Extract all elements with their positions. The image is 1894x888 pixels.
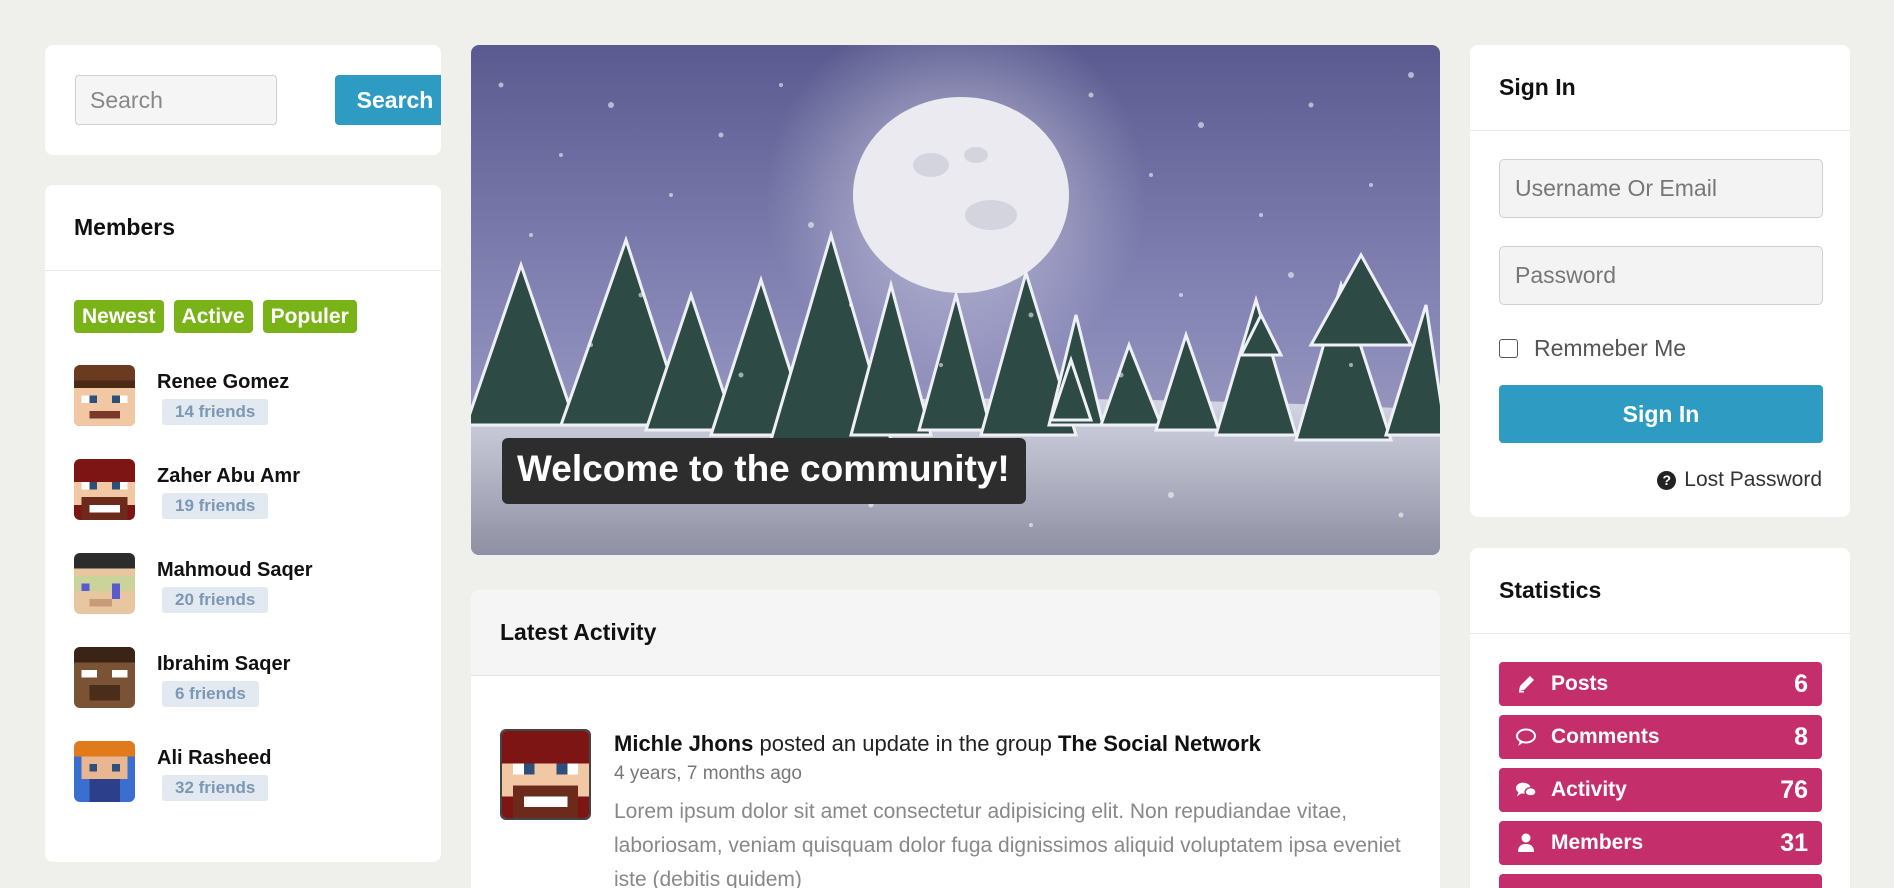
- stat-label: Members: [1551, 831, 1644, 854]
- stat-value: 8: [1794, 722, 1808, 751]
- activity-body: Michle Jhons posted an update in the gro…: [614, 729, 1404, 888]
- member-name[interactable]: Ali Rasheed: [157, 747, 271, 770]
- activity-time[interactable]: 4 years, 7 months ago: [614, 763, 1404, 785]
- member-avatar[interactable]: [74, 553, 135, 614]
- activity-card: Latest Activity Michle Jhons posted an u…: [471, 590, 1440, 888]
- stat-label: Posts: [1551, 672, 1609, 695]
- remember-me[interactable]: Remmeber Me: [1499, 335, 1686, 362]
- member-name[interactable]: Zaher Abu Amr: [157, 465, 300, 488]
- stat-value: 76: [1780, 775, 1808, 804]
- signin-card: Sign In Remmeber Me Sign In ? Lost Passw…: [1470, 45, 1850, 517]
- search-button[interactable]: Search: [335, 75, 441, 125]
- stat-label: Comments: [1551, 725, 1660, 748]
- member-item: Mahmoud Saqer 20 friends: [74, 553, 414, 647]
- friends-badge: 19 friends: [162, 493, 269, 519]
- activity-user-link[interactable]: Michle Jhons: [614, 731, 753, 756]
- signin-button[interactable]: Sign In: [1499, 385, 1823, 443]
- stat-posts[interactable]: Posts 6: [1499, 662, 1822, 706]
- stat-value: 31: [1780, 828, 1808, 857]
- tab-active[interactable]: Active: [173, 300, 253, 333]
- statistics-card: Statistics Posts 6 Comments 8 Activity 7…: [1470, 548, 1850, 888]
- remember-checkbox[interactable]: [1499, 339, 1518, 358]
- password-field[interactable]: [1499, 246, 1823, 305]
- activity-line: Michle Jhons posted an update in the gro…: [614, 729, 1404, 759]
- activity-action: posted an update in the group: [759, 731, 1052, 756]
- pencil-icon: [1515, 673, 1537, 695]
- lost-password-label: Lost Password: [1684, 468, 1822, 491]
- activity-group-link[interactable]: The Social Network: [1058, 731, 1261, 756]
- comment-icon: [1515, 726, 1537, 748]
- friends-badge: 14 friends: [162, 399, 269, 425]
- signin-title: Sign In: [1470, 45, 1850, 131]
- member-list: Renee Gomez 14 friends Zaher Abu Amr 19 …: [74, 365, 414, 835]
- activity-text: Lorem ipsum dolor sit amet consectetur a…: [614, 800, 1401, 888]
- stat-comments[interactable]: Comments 8: [1499, 715, 1822, 759]
- member-item: Ali Rasheed 32 friends: [74, 741, 414, 835]
- stat-members[interactable]: Members 31: [1499, 821, 1822, 865]
- friends-badge: 6 friends: [162, 681, 259, 707]
- question-icon: ?: [1657, 470, 1677, 490]
- username-field[interactable]: [1499, 159, 1823, 218]
- member-avatar[interactable]: [74, 741, 135, 802]
- friends-badge: 32 friends: [162, 775, 269, 801]
- members-tabs: Newest Active Populer: [74, 300, 357, 333]
- activity-avatar[interactable]: [500, 729, 591, 820]
- member-name[interactable]: Mahmoud Saqer: [157, 559, 313, 582]
- statistics-title: Statistics: [1470, 548, 1850, 634]
- stat-activity[interactable]: Activity 76: [1499, 768, 1822, 812]
- stat-label: Activity: [1551, 778, 1627, 801]
- stat-more[interactable]: [1499, 874, 1822, 888]
- tab-newest[interactable]: Newest: [74, 300, 164, 333]
- search-input[interactable]: [75, 75, 277, 125]
- member-avatar[interactable]: [74, 647, 135, 708]
- stat-value: 6: [1794, 669, 1808, 698]
- members-card: Members Newest Active Populer Renee Gome…: [45, 185, 441, 862]
- remember-label: Remmeber Me: [1534, 335, 1687, 361]
- hero-caption: Welcome to the community!: [502, 438, 1026, 504]
- friends-badge: 20 friends: [162, 587, 269, 613]
- member-item: Ibrahim Saqer 6 friends: [74, 647, 414, 741]
- user-icon: [1515, 832, 1537, 854]
- activity-title: Latest Activity: [471, 590, 1440, 676]
- hero-banner: Welcome to the community!: [471, 45, 1440, 555]
- lost-password-link[interactable]: ? Lost Password: [1657, 468, 1822, 492]
- member-avatar[interactable]: [74, 459, 135, 520]
- member-item: Zaher Abu Amr 19 friends: [74, 459, 414, 553]
- member-name[interactable]: Ibrahim Saqer: [157, 653, 290, 676]
- tab-populer[interactable]: Populer: [262, 300, 357, 333]
- members-title: Members: [45, 185, 441, 271]
- signin-button-label: Sign In: [1622, 400, 1700, 427]
- member-name[interactable]: Renee Gomez: [157, 371, 289, 394]
- search-button-label: Search: [356, 86, 434, 113]
- comments-icon: [1515, 779, 1537, 801]
- search-card: Search: [45, 45, 441, 155]
- member-item: Renee Gomez 14 friends: [74, 365, 414, 459]
- member-avatar[interactable]: [74, 365, 135, 426]
